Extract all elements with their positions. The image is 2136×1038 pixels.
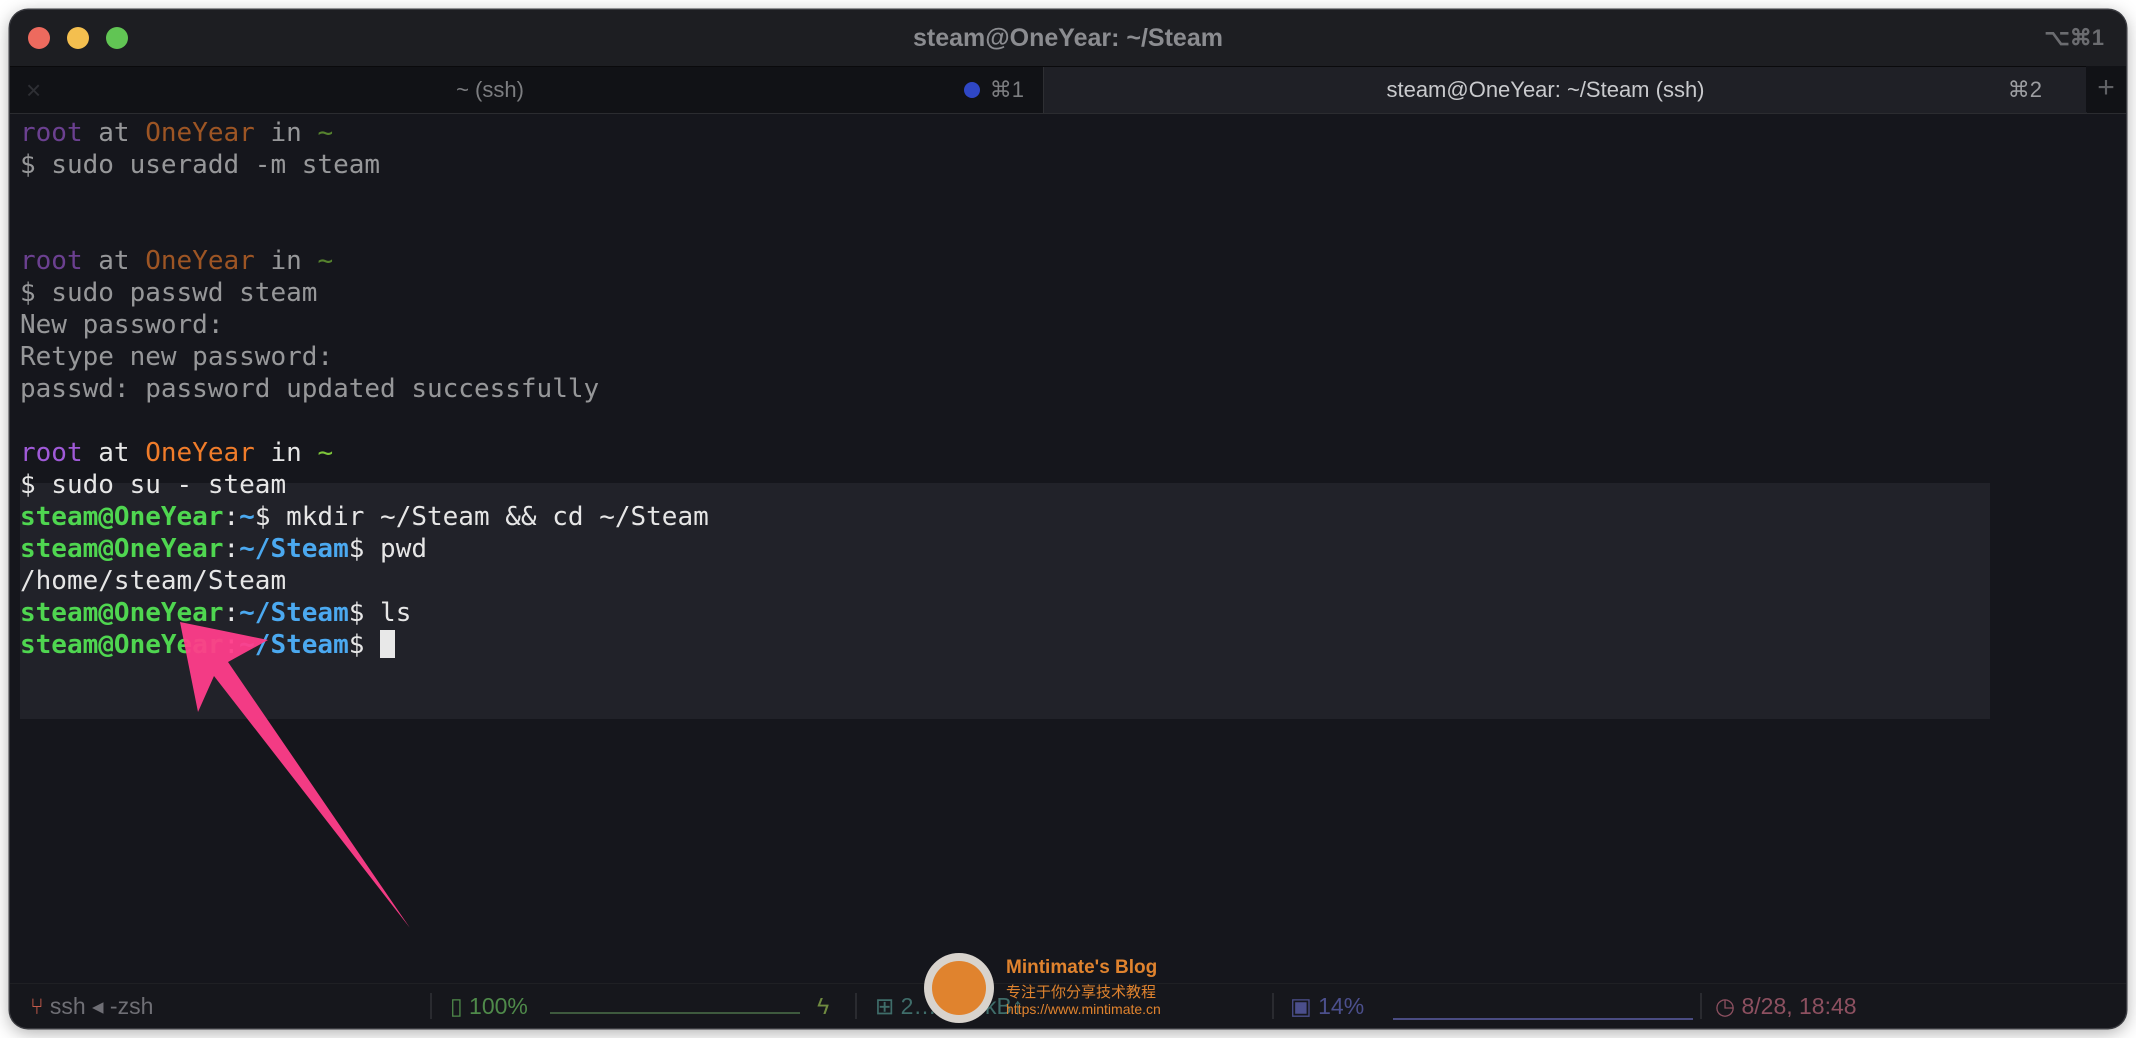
clock-icon: ◷: [1715, 993, 1742, 1019]
network-icon: ⊞: [875, 993, 901, 1019]
output-line: New password:: [20, 310, 224, 340]
branch-icon: ⑂: [30, 993, 44, 1019]
cpu-graph: [1393, 994, 1693, 1020]
output-line: /home/steam/Steam: [20, 566, 287, 596]
status-divider: [855, 993, 857, 1019]
shell-line[interactable]: steam@OneYear:~/Steam$: [20, 629, 396, 661]
tab-shortcut: ⌘2: [2007, 77, 2042, 102]
tab-label: ~ (ssh): [456, 77, 524, 102]
battery-icon: ▯: [450, 993, 470, 1019]
tab-label: steam@OneYear: ~/Steam (ssh): [1386, 77, 1705, 102]
command-line: $ sudo useradd -m steam: [20, 150, 381, 180]
status-cpu: ▣ 14%: [1290, 993, 1365, 1019]
shell-line: steam@OneYear:~/Steam$ pwd: [20, 534, 428, 564]
terminal-output[interactable]: root at OneYear in ~ $ sudo useradd -m s…: [10, 113, 2126, 993]
tab-shortcut: ⌘1: [989, 77, 1024, 102]
cpu-chip-icon: ▣: [1290, 993, 1319, 1019]
tab-steam[interactable]: steam@OneYear: ~/Steam (ssh) ⌘2: [1043, 67, 2087, 113]
status-clock: ◷ 8/28, 18:48: [1715, 993, 1857, 1019]
new-tab-button[interactable]: +: [2086, 66, 2126, 112]
window-title: steam@OneYear: ~/Steam: [913, 24, 1223, 52]
text-cursor: [380, 630, 396, 658]
window-shortcut: ⌥⌘1: [2044, 25, 2104, 50]
battery-graph: [550, 992, 800, 1014]
prompt-line: root at OneYear in ~: [20, 118, 334, 148]
charging-bolt-icon: ϟ: [817, 993, 830, 1019]
watermark-url: https://www.mintimate.cn: [1006, 1001, 1161, 1017]
tab-bar: × ~ (ssh) ⌘1 steam@OneYear: ~/Steam (ssh…: [10, 66, 2126, 114]
tab-ssh-home[interactable]: × ~ (ssh) ⌘1: [10, 67, 1042, 113]
command-line: $ sudo su - steam: [20, 470, 287, 500]
status-session[interactable]: ⑂ ssh ◂ -zsh: [30, 984, 153, 1028]
blog-logo: [924, 953, 994, 1023]
status-divider: [1700, 993, 1702, 1019]
status-divider: [430, 993, 432, 1019]
command-line: $ sudo passwd steam: [20, 278, 318, 308]
prompt-line: root at OneYear in ~: [20, 246, 334, 276]
terminal-window: steam@OneYear: ~/Steam ⌥⌘1 × ~ (ssh) ⌘1 …: [10, 10, 2126, 1028]
shell-line: steam@OneYear:~$ mkdir ~/Steam && cd ~/S…: [20, 502, 709, 532]
watermark-title: Mintimate's Blog: [1006, 957, 1158, 978]
tab-activity-dot-icon: [964, 82, 980, 98]
prompt-line: root at OneYear in ~: [20, 438, 334, 468]
blog-watermark: Mintimate's Blog 专注于你分享技术教程 https://www.…: [924, 953, 1244, 1025]
title-bar: steam@OneYear: ~/Steam ⌥⌘1: [10, 10, 2126, 66]
shell-line: steam@OneYear:~/Steam$ ls: [20, 598, 412, 628]
output-line: passwd: password updated successfully: [20, 374, 600, 404]
watermark-subtitle: 专注于你分享技术教程: [1006, 984, 1157, 1001]
status-divider: [1272, 993, 1274, 1019]
output-line: Retype new password:: [20, 342, 334, 372]
status-battery: ▯ 100%: [450, 993, 528, 1019]
